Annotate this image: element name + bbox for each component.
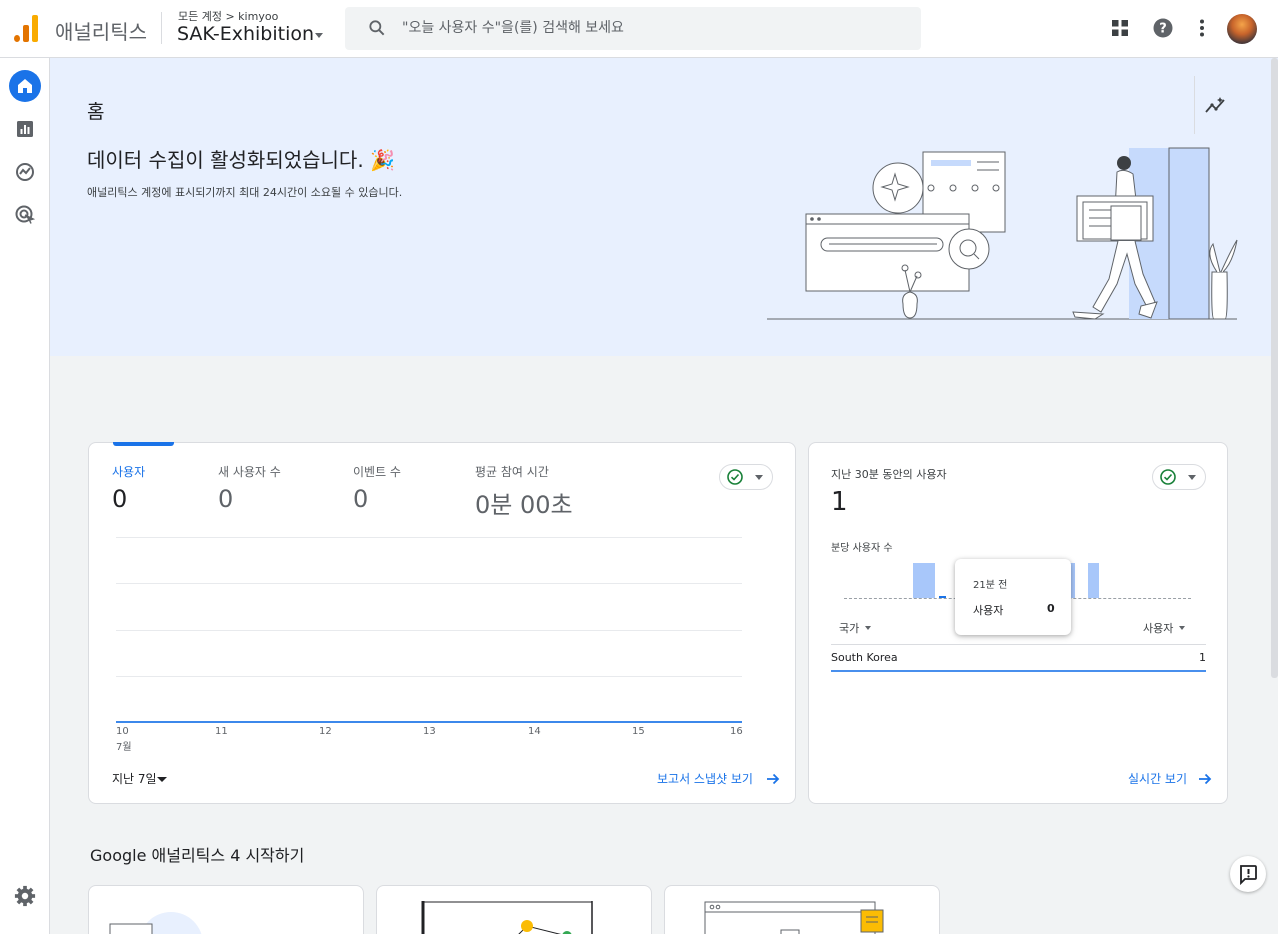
check-circle-icon <box>727 469 743 485</box>
left-nav <box>0 58 50 934</box>
account-selector[interactable]: SAK-Exhibition <box>177 23 314 45</box>
table-row-users: 1 <box>1199 651 1206 664</box>
x-tick: 14 <box>528 726 541 737</box>
search-icon <box>369 20 385 36</box>
tooltip-label: 사용자 <box>973 604 1004 617</box>
arrow-right-icon[interactable] <box>766 772 780 786</box>
advertising-icon <box>15 205 35 224</box>
card-illustration <box>421 901 593 934</box>
gridline <box>116 630 742 631</box>
gridline <box>116 537 742 538</box>
check-circle-icon <box>1160 469 1176 485</box>
home-icon <box>18 79 32 93</box>
nav-reports[interactable] <box>9 113 41 145</box>
scrollbar[interactable] <box>1271 58 1278 678</box>
view-snapshot-link[interactable]: 보고서 스냅샷 보기 <box>657 770 753 787</box>
hero-illustration <box>767 147 1238 320</box>
chevron-down-icon[interactable] <box>315 33 323 38</box>
chevron-down-icon <box>755 475 763 480</box>
chevron-down-icon[interactable] <box>865 626 871 630</box>
x-tick: 13 <box>423 726 436 737</box>
arrow-right-icon[interactable] <box>1198 772 1212 786</box>
product-name[interactable]: 애널리틱스 <box>55 16 147 45</box>
hero-subtext: 애널리틱스 계정에 표시되기까지 최대 24시간이 소요될 수 있습니다. <box>87 186 403 199</box>
settings-icon[interactable] <box>14 885 36 907</box>
x-tick: 12 <box>319 726 332 737</box>
mini-chart-bar[interactable] <box>913 563 935 598</box>
realtime-card: 지난 30분 동안의 사용자 1 분당 사용자 수 국가 사용자 South K… <box>808 442 1228 804</box>
card-illustration <box>109 912 202 934</box>
data-quality-button[interactable] <box>1152 464 1206 490</box>
table-row-country: South Korea <box>831 651 898 664</box>
chevron-down-icon[interactable] <box>1179 626 1185 630</box>
row-bar <box>831 670 1206 672</box>
per-minute-label: 분당 사용자 수 <box>831 543 893 554</box>
mini-chart-bar[interactable] <box>1088 563 1099 598</box>
page-title: 홈 <box>87 101 105 123</box>
divider <box>831 644 1206 645</box>
nav-advertising[interactable] <box>9 199 41 231</box>
data-quality-button[interactable] <box>719 464 773 490</box>
active-tab-indicator <box>113 442 174 446</box>
chevron-down-icon[interactable] <box>157 777 167 782</box>
col-header-users[interactable]: 사용자 <box>1143 620 1173 636</box>
getting-started-card[interactable] <box>376 885 652 934</box>
mini-chart-bar[interactable] <box>939 596 946 598</box>
divider <box>161 12 162 44</box>
overview-card: 사용자 0 새 사용자 수 0 이벤트 수 0 평균 참여 시간 0분 00초 … <box>88 442 796 804</box>
realtime-title: 지난 30분 동안의 사용자 <box>831 468 947 481</box>
card-illustration <box>704 901 884 934</box>
date-range-selector[interactable]: 지난 7일 <box>112 770 157 787</box>
metric-new-users[interactable]: 새 사용자 수 0 <box>218 463 281 513</box>
search-bar[interactable] <box>345 7 921 50</box>
getting-started-card[interactable] <box>88 885 364 934</box>
view-realtime-link[interactable]: 실시간 보기 <box>1128 770 1187 787</box>
x-axis-label: 7월 <box>116 742 132 753</box>
insights-icon[interactable] <box>1204 94 1228 118</box>
gridline <box>116 583 742 584</box>
feedback-icon <box>1240 865 1257 886</box>
x-tick: 16 <box>730 726 743 737</box>
series-line-users <box>116 721 742 723</box>
reports-icon <box>17 121 33 137</box>
nav-explore[interactable] <box>9 156 41 188</box>
help-icon[interactable]: ? <box>1152 17 1174 39</box>
divider <box>1194 76 1195 134</box>
breadcrumb[interactable]: 모든 계정 > kimyoo <box>178 8 278 24</box>
explore-icon <box>16 163 34 181</box>
metric-engagement-time[interactable]: 평균 참여 시간 0분 00초 <box>475 463 573 520</box>
x-tick: 10 <box>116 726 129 737</box>
top-bar: 애널리틱스 모든 계정 > kimyoo SAK-Exhibition ? <box>0 0 1278 58</box>
tooltip-value: 0 <box>1047 602 1055 615</box>
apps-grid-icon[interactable] <box>1109 17 1131 39</box>
feedback-button[interactable] <box>1230 856 1266 892</box>
metric-users[interactable]: 사용자 0 <box>112 463 145 513</box>
avatar[interactable] <box>1227 14 1257 44</box>
metric-event-count[interactable]: 이벤트 수 0 <box>353 463 401 513</box>
nav-home[interactable] <box>9 70 41 102</box>
getting-started-card[interactable] <box>664 885 940 934</box>
realtime-value: 1 <box>831 487 848 517</box>
hero-banner: 홈 데이터 수집이 활성화되었습니다. 🎉 애널리틱스 계정에 표시되기까지 최… <box>50 58 1278 356</box>
svg-text:?: ? <box>1159 22 1167 37</box>
tooltip-time: 21분 전 <box>973 580 1008 591</box>
x-tick: 11 <box>215 726 228 737</box>
search-input[interactable] <box>402 17 882 39</box>
section-title: Google 애널리틱스 4 시작하기 <box>90 846 305 865</box>
more-vert-icon[interactable] <box>1191 17 1213 39</box>
col-header-country[interactable]: 국가 <box>839 620 859 636</box>
analytics-logo-icon[interactable] <box>14 15 38 42</box>
chart-tooltip: 21분 전 사용자 0 <box>955 559 1071 635</box>
hero-headline: 데이터 수집이 활성화되었습니다. 🎉 <box>87 148 395 172</box>
gridline <box>116 676 742 677</box>
chevron-down-icon <box>1188 475 1196 480</box>
x-tick: 15 <box>632 726 645 737</box>
